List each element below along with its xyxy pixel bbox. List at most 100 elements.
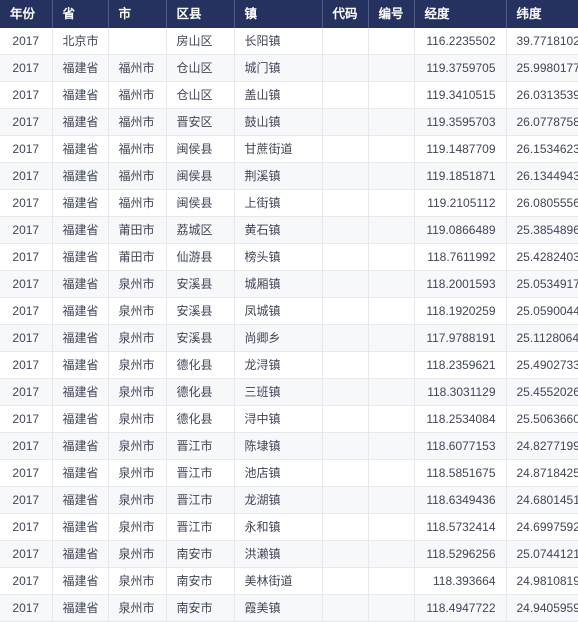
cell-district: 仙游县 <box>166 243 235 271</box>
cell-latitude: 26.08055565 <box>506 189 578 217</box>
table-row[interactable]: 2017福建省泉州市德化县浔中镇 118.253408425.50636601 <box>0 405 578 433</box>
column-header-code[interactable]: 代码 <box>322 0 369 28</box>
table-row[interactable]: 2017福建省福州市仓山区盖山镇 119.341051526.03135392 <box>0 81 578 109</box>
table-row[interactable]: 2017福建省莆田市仙游县榜头镇 118.761199225.42824032 <box>0 243 578 271</box>
table-body: 2017北京市房山区长阳镇116.223550239.771810282017福… <box>0 28 578 622</box>
table-row[interactable]: 2017北京市 房山区长阳镇 116.223550239.77181028 <box>0 28 578 55</box>
cell-year: 2017 <box>0 297 53 325</box>
table-row[interactable]: 2017福建省泉州市南安市霞美镇 118.494772224.94059592 <box>0 594 578 622</box>
cell-town: 凤城镇 <box>234 297 323 325</box>
cell-province: 福建省 <box>52 351 109 379</box>
cell-number <box>368 243 415 271</box>
cell-town: 浔中镇 <box>234 405 323 433</box>
cell-number <box>368 297 415 325</box>
column-header-town[interactable]: 镇 <box>234 0 323 28</box>
cell-year: 2017 <box>0 162 53 190</box>
cell-code <box>322 594 369 622</box>
cell-number <box>368 594 415 622</box>
cell-number <box>368 405 415 433</box>
cell-year: 2017 <box>0 54 53 82</box>
cell-district: 德化县 <box>166 378 235 406</box>
cell-district: 荔城区 <box>166 216 235 244</box>
table-row[interactable]: 2017 福建省 泉州市 晋江市 永和镇 118.5732414 24.6997592 <box>0 513 578 541</box>
cell-latitude: 25.38548964 <box>506 216 578 244</box>
cell-year: 2017 <box>0 405 53 433</box>
table-scroll-container[interactable]: 年份 省 市 区县 镇 代码 编号 经度 纬度 2017 北京市 房山区 长阳镇 116… <box>0 0 578 622</box>
cell-code <box>322 189 369 217</box>
cell-latitude: 26.15346237 <box>506 135 578 163</box>
cell-province: 福建省 <box>52 189 109 217</box>
column-header-province[interactable]: 省 <box>52 0 109 28</box>
cell-city: 泉州市 <box>108 432 167 460</box>
cell-number <box>368 162 415 190</box>
table-row[interactable]: 2017福建省泉州市安溪县城厢镇 118.200159325.05349176 <box>0 270 578 298</box>
cell-town: 龙湖镇 <box>234 486 323 514</box>
cell-town: 上街镇 <box>234 189 323 217</box>
cell-code <box>322 135 369 163</box>
cell-year: 2017 <box>0 81 53 109</box>
cell-district: 安溪县 <box>166 324 235 352</box>
table-header-row: 年份 省 市 区县 镇 代码 编号 经度 纬度 <box>0 0 578 28</box>
cell-number <box>368 189 415 217</box>
table-row[interactable]: 2017福建省福州市闽侯县甘蔗街道 119.148770926.15346237 <box>0 135 578 163</box>
cell-latitude: 24.94059592 <box>506 594 578 622</box>
cell-city: 泉州市 <box>108 459 167 487</box>
column-header-longitude[interactable]: 经度 <box>414 0 507 28</box>
table-row[interactable]: 2017福建省福州市闽侯县荆溪镇 119.185187126.13449435 <box>0 162 578 190</box>
cell-year: 2017 <box>0 243 53 271</box>
table-row[interactable]: 2017福建省泉州市南安市美林街道 118.39366424.98108196 <box>0 567 578 595</box>
column-header-city[interactable]: 市 <box>108 0 167 28</box>
cell-city: 泉州市 <box>108 540 167 568</box>
table-row[interactable]: 2017福建省泉州市晋江市陈埭镇 118.607715324.82771999 <box>0 432 578 460</box>
cell-number <box>368 54 415 82</box>
cell-year: 2017 <box>0 135 53 163</box>
column-header-latitude[interactable]: 纬度 <box>506 0 578 28</box>
table-row[interactable]: 2017福建省泉州市南安市洪濑镇 118.529625625.07441215 <box>0 540 578 568</box>
cell-city: 莆田市 <box>108 243 167 271</box>
table-row[interactable]: 2017福建省泉州市安溪县凤城镇 118.192025925.05900445 <box>0 297 578 325</box>
cell-year: 2017 <box>0 378 53 406</box>
cell-number <box>368 28 415 55</box>
cell-year: 2017 <box>0 108 53 136</box>
cell-province: 福建省 <box>52 162 109 190</box>
cell-district: 安溪县 <box>166 297 235 325</box>
cell-code <box>322 351 369 379</box>
cell-district: 晋安区 <box>166 108 235 136</box>
cell-code <box>322 405 369 433</box>
table-row[interactable]: 2017福建省泉州市德化县龙浔镇 118.235962125.49027334 <box>0 351 578 379</box>
cell-number <box>368 216 415 244</box>
cell-code <box>322 297 369 325</box>
cell-year: 2017 <box>0 459 53 487</box>
cell-number <box>368 270 415 298</box>
table-row[interactable]: 2017福建省莆田市荔城区黄石镇 119.086648925.38548964 <box>0 216 578 244</box>
table-row[interactable]: 2017福建省福州市晋安区鼓山镇 119.359570326.07787583 <box>0 108 578 136</box>
cell-latitude: 25.05900445 <box>506 297 578 325</box>
cell-latitude: 26.03135392 <box>506 81 578 109</box>
cell-year: 2017 <box>0 270 53 298</box>
cell-district: 仓山区 <box>166 81 235 109</box>
cell-city: 泉州市 <box>108 324 167 352</box>
cell-town: 城厢镇 <box>234 270 323 298</box>
cell-city <box>108 28 167 55</box>
table-row[interactable]: 2017福建省泉州市晋江市池店镇 118.585167524.87184256 <box>0 459 578 487</box>
table-row[interactable]: 2017福建省福州市闽侯县上街镇 119.210511226.08055565 <box>0 189 578 217</box>
table-row[interactable]: 2017福建省泉州市晋江市龙湖镇 118.634943624.68014513 <box>0 486 578 514</box>
column-header-number[interactable]: 编号 <box>368 0 415 28</box>
cell-longitude: 119.3759705 <box>414 54 507 82</box>
cell-town: 龙浔镇 <box>234 351 323 379</box>
cell-town: 霞美镇 <box>234 594 323 622</box>
cell-city: 泉州市 <box>108 513 167 541</box>
cell-code <box>322 54 369 82</box>
cell-province: 福建省 <box>52 540 109 568</box>
column-header-year[interactable]: 年份 <box>0 0 53 28</box>
column-header-district[interactable]: 区县 <box>166 0 235 28</box>
cell-longitude: 118.6077153 <box>414 432 507 460</box>
cell-district: 晋江市 <box>166 432 235 460</box>
cell-latitude: 24.6997592 <box>506 513 578 541</box>
cell-town: 长阳镇 <box>234 28 323 55</box>
cell-longitude: 118.6349436 <box>414 486 507 514</box>
cell-city: 福州市 <box>108 162 167 190</box>
table-row[interactable]: 2017福建省福州市仓山区城门镇 119.375970525.99801772 <box>0 54 578 82</box>
table-row[interactable]: 2017福建省泉州市德化县三班镇 118.303112925.45520265 <box>0 378 578 406</box>
table-row[interactable]: 2017 福建省 泉州市 安溪县 尚卿乡 117.9788191 25.1128064 <box>0 324 578 352</box>
